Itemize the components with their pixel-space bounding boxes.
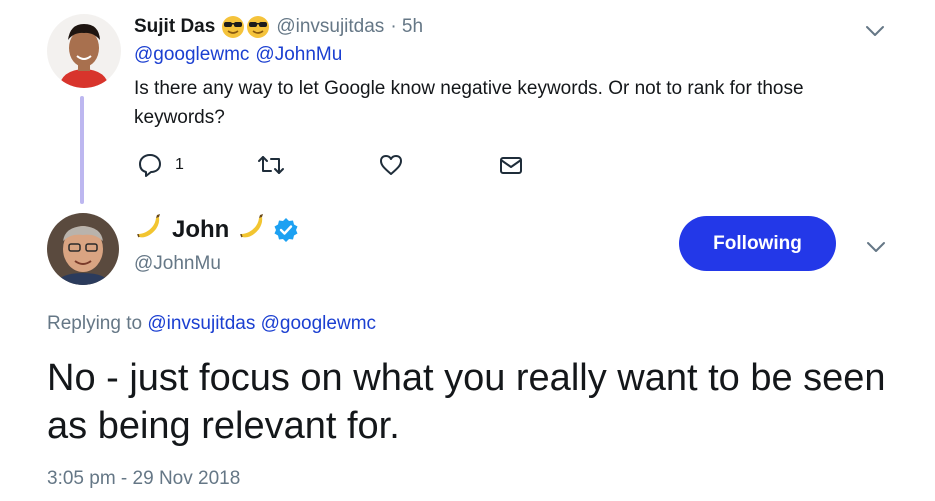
parent-author-name[interactable]: Sujit Das [134, 16, 215, 38]
main-author-name[interactable]: John [172, 216, 229, 244]
retweet-button[interactable] [257, 150, 285, 180]
parent-author-handle[interactable]: @invsujitdas [276, 16, 384, 38]
direct-message-button[interactable] [498, 150, 524, 180]
following-button[interactable]: Following [679, 216, 836, 271]
replying-to-link[interactable]: @googlewmc [261, 313, 376, 334]
banana-emoji-icon [237, 213, 267, 248]
reply-button[interactable]: 1 [137, 150, 184, 180]
avatar-photo-icon [47, 14, 121, 88]
replying-to-line: Replying to @invsujitdas @googlewmc [47, 313, 376, 335]
avatar-photo-icon [47, 213, 119, 285]
main-tweet-text: No - just focus on what you really want … [47, 357, 886, 447]
main-author-name-row: John [134, 210, 299, 250]
direct-message-icon [500, 157, 522, 174]
parent-tweet-header: Sujit Das @invsujitdas · 5h [134, 12, 423, 42]
like-icon [380, 155, 402, 175]
parent-author-avatar[interactable] [47, 14, 121, 88]
like-button[interactable] [378, 150, 404, 180]
banana-emoji-icon [134, 213, 164, 248]
replying-to-prefix: Replying to [47, 313, 143, 334]
replying-to-link[interactable]: @invsujitdas [147, 313, 255, 334]
chevron-down-icon[interactable] [865, 24, 885, 38]
tweet-timestamp[interactable]: 3:05 pm - 29 Nov 2018 [47, 468, 240, 490]
mention-link[interactable]: @googlewmc [134, 44, 249, 65]
thread-connector-line [80, 96, 84, 204]
parent-tweet-time[interactable]: · 5h [390, 16, 423, 38]
parent-tweet-text: Is there any way to let Google know nega… [134, 78, 804, 128]
mention-link[interactable]: @JohnMu [255, 44, 342, 65]
main-author-handle[interactable]: @JohnMu [134, 253, 221, 275]
sunglasses-emoji-icon [221, 15, 270, 39]
parent-mentions: @googlewmc @JohnMu [134, 44, 342, 66]
reply-count: 1 [175, 156, 184, 173]
main-author-avatar[interactable] [47, 213, 119, 285]
reply-icon [139, 154, 161, 177]
verified-badge-icon [273, 217, 299, 243]
chevron-down-icon[interactable] [866, 240, 886, 254]
retweet-icon [258, 156, 284, 174]
